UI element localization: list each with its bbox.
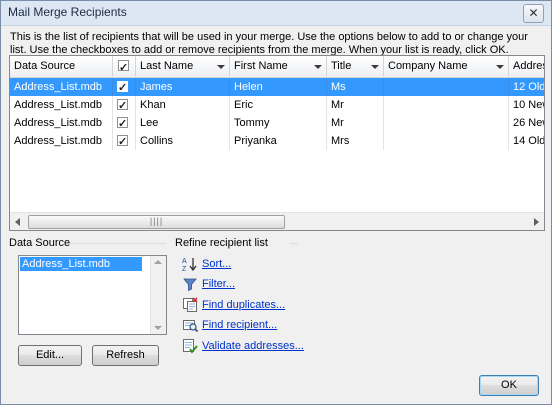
title-bar: Mail Merge Recipients ✕ [1,1,551,26]
table-row[interactable]: Address_List.mdb Collins Priyanka Mrs 14… [10,132,544,150]
cell-checkbox[interactable] [113,96,136,114]
cell-data-source: Address_List.mdb [10,114,113,132]
window-title: Mail Merge Recipients [8,5,127,19]
cell-last-name: Khan [136,96,230,114]
cell-company [384,96,509,114]
cell-last-name: Lee [136,114,230,132]
cell-first-name: Helen [230,78,327,96]
ok-button[interactable]: OK [479,375,539,396]
scrollbar-thumb[interactable]: |||| [28,215,285,229]
cell-data-source: Address_List.mdb [10,96,113,114]
column-header-address[interactable]: Address [509,56,544,76]
cell-address: 26 New [513,117,544,129]
sort-link[interactable]: Sort... [202,258,231,270]
recipient-checkbox[interactable] [117,115,128,132]
cell-title: Ms [327,78,384,96]
validate-addresses-icon [183,339,198,354]
dropdown-arrow-icon[interactable] [496,65,504,69]
find-recipient-icon [183,320,198,333]
scroll-down-icon[interactable] [154,326,162,330]
duplicates-icon [183,297,198,312]
cell-title: Mr [327,114,384,132]
column-header-first-name[interactable]: First Name [230,56,327,76]
data-source-label: Data Source [9,237,71,249]
select-all-checkbox[interactable] [118,58,129,76]
cell-address: 10 New [513,99,544,111]
find-duplicates-link[interactable]: Find duplicates... [202,299,285,311]
refresh-button[interactable]: Refresh [92,345,159,366]
cell-title: Mrs [327,132,384,150]
cell-last-name: Collins [136,132,230,150]
cell-company [384,132,509,150]
validate-addresses-link[interactable]: Validate addresses... [202,340,304,352]
table-row[interactable]: Address_List.mdb Khan Eric Mr 10 New [10,96,544,114]
edit-button[interactable]: Edit... [18,345,82,366]
scroll-left-icon[interactable] [15,218,20,226]
column-header-last-name[interactable]: Last Name [136,56,230,76]
cell-last-name: James [136,78,230,96]
cell-first-name: Priyanka [230,132,327,150]
svg-text:A: A [182,258,187,265]
cell-data-source: Address_List.mdb [10,78,113,96]
find-recipient-link[interactable]: Find recipient... [202,319,277,331]
data-source-list[interactable]: Address_List.mdb [18,255,167,335]
instructions-text: This is the list of recipients that will… [10,31,528,56]
cell-checkbox[interactable] [113,78,136,96]
cell-title: Mr [327,96,384,114]
table-row[interactable]: Address_List.mdb James Helen Ms 12 Old [10,78,544,96]
cell-first-name: Tommy [230,114,327,132]
cell-data-source: Address_List.mdb [10,132,113,150]
cell-checkbox[interactable] [113,114,136,132]
cell-checkbox[interactable] [113,132,136,150]
column-header-company-name[interactable]: Company Name [384,56,509,76]
refine-recipient-list-label: Refine recipient list [175,237,268,249]
cell-address: 14 Old [513,135,545,147]
scroll-right-icon[interactable] [534,218,539,226]
divider [290,243,298,244]
svg-text:Z: Z [182,266,187,272]
cell-address: 12 Old [513,81,545,93]
recipient-checkbox[interactable] [117,133,128,150]
horizontal-scrollbar[interactable]: |||| [10,212,544,230]
close-icon: ✕ [528,6,539,20]
column-header-title[interactable]: Title [327,56,384,76]
recipients-grid[interactable]: Data Source Last Name First Name Title C… [9,55,545,231]
cell-company [384,78,509,96]
filter-link[interactable]: Filter... [202,278,235,290]
divider [70,243,166,244]
filter-icon [183,278,197,292]
cell-company [384,114,509,132]
scroll-up-icon[interactable] [154,260,162,264]
mail-merge-recipients-dialog: Mail Merge Recipients ✕ This is the list… [0,0,552,405]
close-button[interactable]: ✕ [523,4,544,23]
cell-first-name: Eric [230,96,327,114]
list-item[interactable]: Address_List.mdb [20,257,142,271]
dropdown-arrow-icon[interactable] [217,65,225,69]
column-header-checkbox[interactable] [113,56,136,76]
table-row[interactable]: Address_List.mdb Lee Tommy Mr 26 New [10,114,544,132]
dropdown-arrow-icon[interactable] [314,65,322,69]
column-header-data-source[interactable]: Data Source [10,56,113,76]
dropdown-arrow-icon[interactable] [371,65,379,69]
recipient-checkbox[interactable] [117,79,128,96]
vertical-scrollbar[interactable] [150,256,166,334]
grid-header: Data Source Last Name First Name Title C… [10,56,544,78]
sort-az-icon: AZ [182,258,197,272]
recipient-checkbox[interactable] [117,97,128,114]
